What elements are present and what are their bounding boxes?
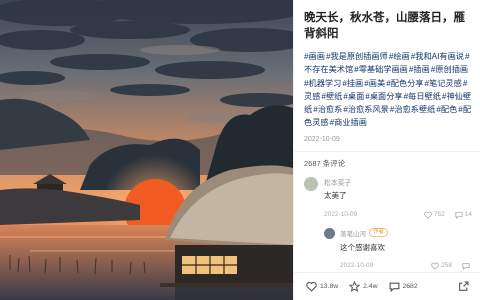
reply-like-count: 258 [441, 262, 452, 270]
hashtag-link[interactable]: #机器学习 [304, 79, 341, 88]
hashtag-link[interactable]: #挂画 [342, 79, 363, 88]
hashtag-link[interactable]: #桌面分享 [365, 92, 402, 101]
comment-bubble-icon [462, 262, 470, 270]
hashtag-link[interactable]: #桌面 [343, 92, 364, 101]
reply-like-button[interactable]: 258 [431, 262, 452, 270]
reply-item: 落笔山河 作者 这个感谢喜欢 2022-10-09 258 [324, 227, 472, 270]
divider [294, 150, 480, 152]
hashtag-link[interactable]: #每日壁纸 [404, 92, 441, 101]
reply-text: 这个感谢喜欢 [340, 242, 385, 252]
star-icon [349, 281, 361, 292]
hashtag-link[interactable]: #绘画 [389, 52, 410, 61]
hashtag-link[interactable]: #笔记灵感 [425, 79, 462, 88]
illustration-image[interactable] [0, 0, 293, 300]
hashtag-link[interactable]: #治愈系风景 [343, 105, 389, 114]
like-button[interactable]: 13.8w [306, 281, 338, 292]
hashtag-link[interactable]: #商业插画 [330, 118, 367, 127]
like-count: 13.8w [320, 283, 339, 290]
heart-icon [431, 262, 439, 270]
comment-item: 松本菜子 太美了 2022-10-09 752 14 落笔山河 作者 这个感谢喜… [304, 176, 472, 270]
hashtag-link[interactable]: #画画 [304, 52, 325, 61]
avatar[interactable] [304, 176, 318, 191]
reply-date: 2022-10-09 [340, 262, 374, 270]
hashtag-link[interactable]: #配色分享 [386, 79, 423, 88]
comment-text: 太美了 [324, 190, 347, 200]
comment-reply-count: 14 [464, 211, 472, 219]
share-button[interactable] [458, 281, 472, 292]
comment-button[interactable]: 2682 [389, 281, 418, 292]
author-badge: 作者 [369, 228, 389, 238]
engagement-bar: 13.8w 2.4w 2682 [294, 272, 480, 300]
comment-reply-button[interactable]: 14 [455, 211, 472, 219]
tag-list: #画画#我是原创插画师#绘画#我和AI有画说#不存在美术馆#零基础学画画#插画#… [304, 50, 472, 130]
hashtag-link[interactable]: #画美 [364, 79, 385, 88]
comment-bubble-icon [389, 282, 399, 292]
reply-reply-button[interactable] [462, 262, 472, 270]
hashtag-link[interactable]: #治愈系 [313, 105, 342, 114]
hashtag-link[interactable]: #插画 [409, 65, 430, 74]
hashtag-link[interactable]: #配色 [436, 105, 457, 114]
collect-button[interactable]: 2.4w [349, 281, 378, 292]
avatar[interactable] [324, 227, 335, 239]
comment-username[interactable]: 松本菜子 [324, 177, 472, 187]
comment-total-count: 2682 [402, 283, 418, 290]
post-title: 晚天长，秋水苍，山腰落日，雁背斜阳 [304, 12, 465, 40]
heart-icon [306, 281, 317, 292]
hashtag-link[interactable]: #我和AI有画说 [411, 52, 464, 61]
hashtag-link[interactable]: #治愈系壁纸 [390, 105, 436, 114]
comment-date: 2022-10-09 [324, 211, 358, 219]
comment-like-count: 752 [433, 211, 445, 219]
sunset-village-painting [0, 0, 293, 300]
collect-count: 2.4w [363, 283, 378, 290]
post-detail-panel: 晚天长，秋水苍，山腰落日，雁背斜阳 #画画#我是原创插画师#绘画#我和AI有画说… [293, 0, 480, 300]
comment-like-button[interactable]: 752 [424, 211, 445, 219]
post-detail-view: 晚天长，秋水苍，山腰落日，雁背斜阳 #画画#我是原创插画师#绘画#我和AI有画说… [0, 0, 480, 300]
hashtag-link[interactable]: #我是原创插画师 [326, 52, 388, 61]
post-date: 2022-10-09 [304, 135, 340, 143]
comment-bubble-icon [455, 211, 463, 219]
hashtag-link[interactable]: #原创插画 [431, 65, 468, 74]
hashtag-link[interactable]: #零基础学画画 [354, 65, 408, 74]
share-icon [459, 281, 469, 291]
hashtag-link[interactable]: #壁纸 [321, 92, 342, 101]
reply-username[interactable]: 落笔山河 [340, 228, 366, 238]
comment-count: 2687 条评论 [304, 158, 346, 168]
heart-icon [424, 211, 432, 219]
